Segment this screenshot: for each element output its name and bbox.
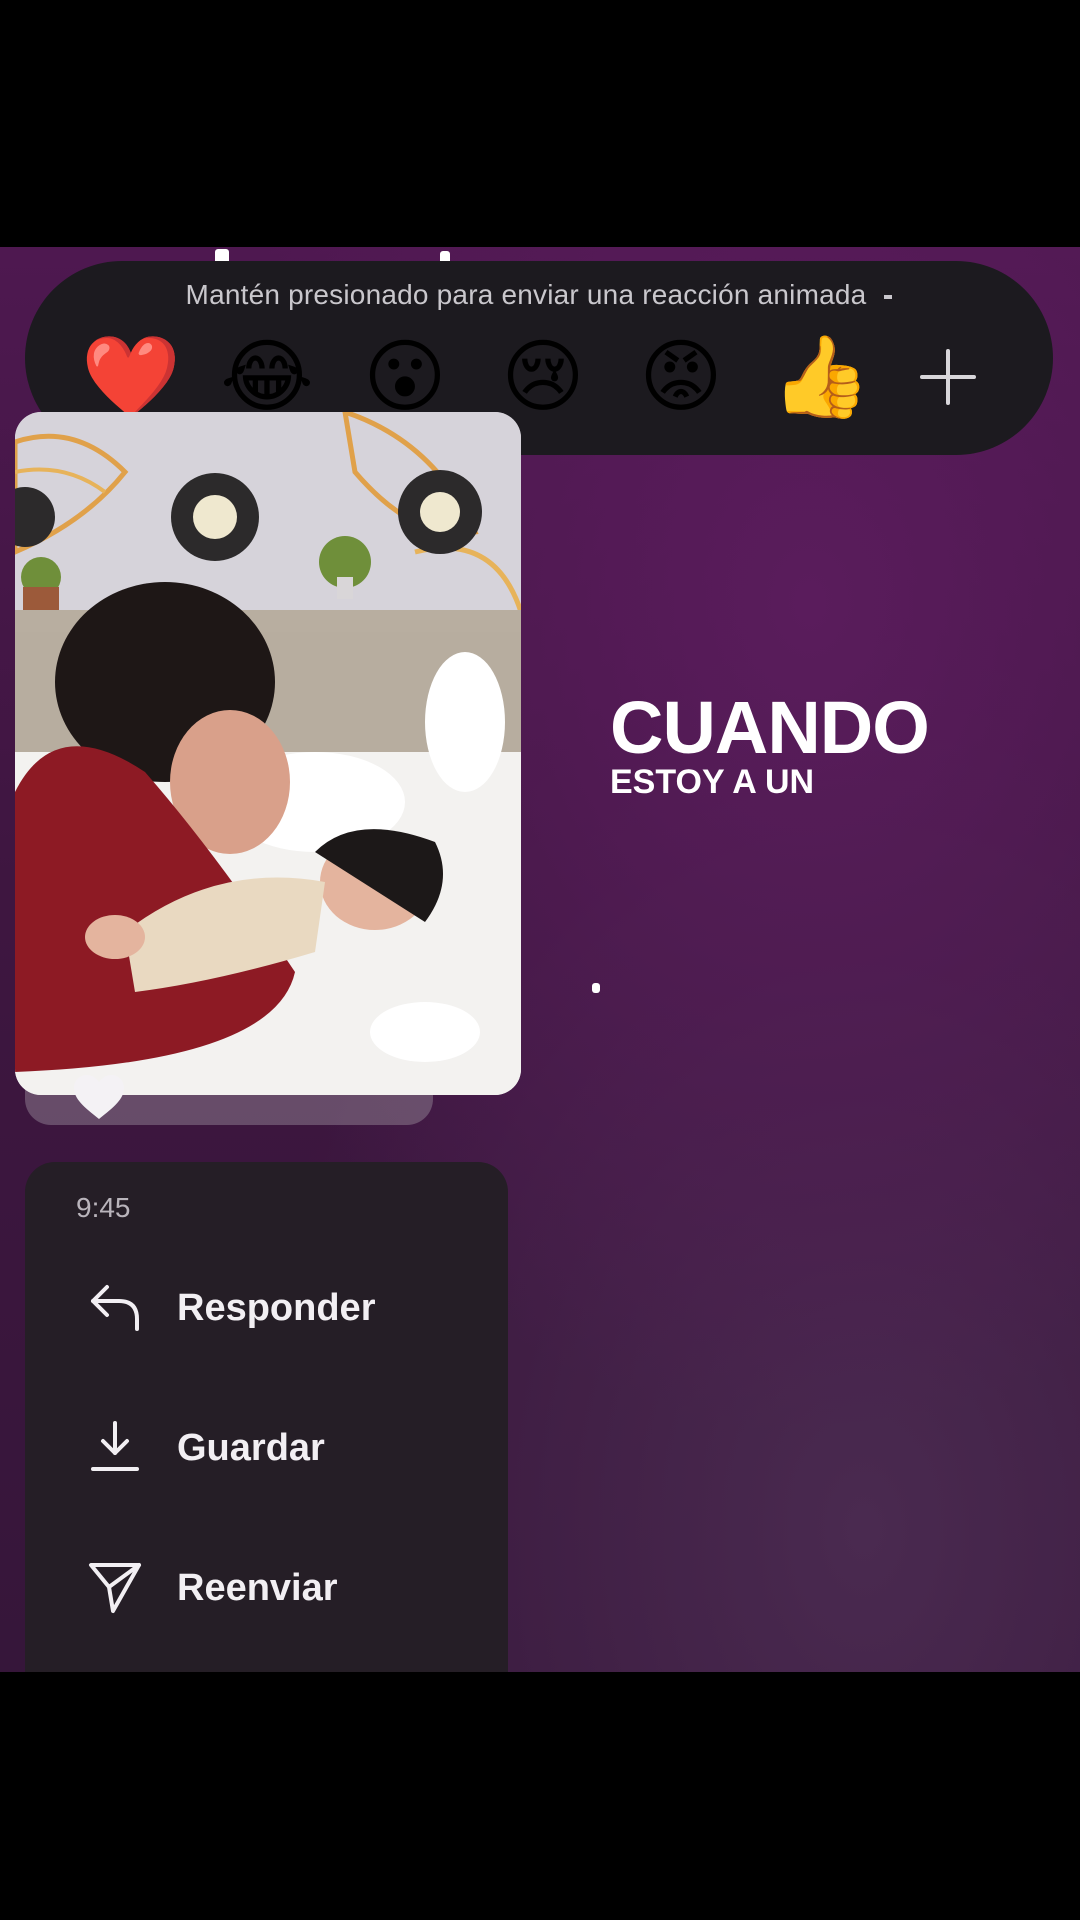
- message-time: 9:45: [76, 1192, 131, 1223]
- hint-dot: [884, 294, 893, 299]
- crying-face-icon[interactable]: 😢: [495, 329, 591, 425]
- thumbs-up-icon[interactable]: 👍: [771, 329, 871, 425]
- heart-reaction-icon[interactable]: [74, 1075, 124, 1121]
- message-context-menu: 9:45 Responder Guardar Reenviar: [25, 1162, 508, 1672]
- video-overlay-subtitle: ESTOY A UN: [610, 763, 815, 801]
- video-message-thumbnail[interactable]: [15, 412, 521, 1095]
- menu-item-label: Guardar: [177, 1427, 325, 1469]
- reaction-hint: Mantén presionado para enviar una reacci…: [25, 279, 1053, 311]
- angry-face-icon[interactable]: 😡: [633, 329, 729, 425]
- menu-item-reply[interactable]: Responder: [25, 1257, 508, 1357]
- video-overlay-title: CUANDO: [610, 686, 930, 769]
- surprised-face-icon[interactable]: 😮: [357, 329, 453, 425]
- red-heart-icon[interactable]: ❤️: [81, 329, 181, 425]
- tears-of-joy-icon[interactable]: 😂: [219, 329, 315, 425]
- chat-screen: Mantén presionado para enviar una reacci…: [0, 247, 1080, 1672]
- heart-shape: [74, 1075, 124, 1119]
- send-icon: [89, 1563, 141, 1613]
- menu-item-label: Responder: [177, 1287, 376, 1329]
- menu-item-forward[interactable]: Reenviar: [25, 1537, 508, 1637]
- menu-item-label: Reenviar: [177, 1567, 338, 1609]
- mother-and-baby-image: [15, 412, 521, 1095]
- download-icon: [91, 1421, 139, 1471]
- menu-item-save[interactable]: Guardar: [25, 1397, 508, 1497]
- plus-icon[interactable]: [920, 349, 976, 405]
- speck: [592, 983, 600, 993]
- reaction-hint-text: Mantén presionado para enviar una reacci…: [185, 279, 867, 310]
- reply-icon: [91, 1285, 139, 1331]
